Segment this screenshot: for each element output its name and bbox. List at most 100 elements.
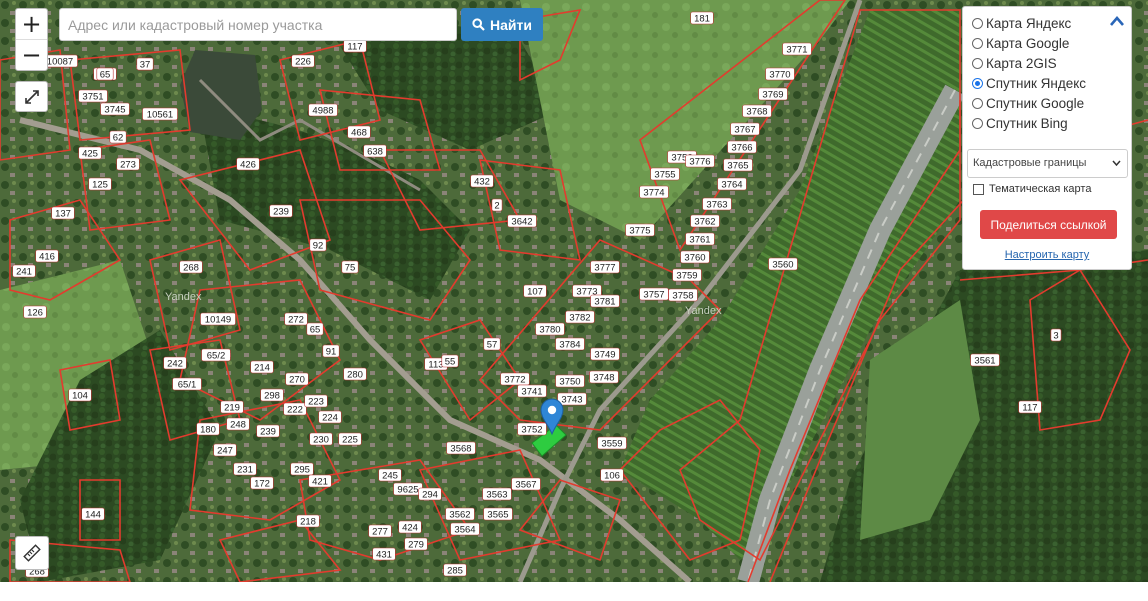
parcel-number: 4988 — [312, 106, 333, 117]
parcel-label: 268 — [179, 260, 203, 274]
parcel-label: 37 — [136, 57, 154, 71]
parcel-label: 241 — [12, 264, 36, 278]
fullscreen-button[interactable] — [15, 81, 48, 112]
parcel-label: 3762 — [690, 214, 720, 228]
parcel-number: 242 — [167, 359, 183, 370]
parcel-number: 3749 — [594, 350, 615, 361]
parcel-label: 638 — [363, 144, 387, 158]
parcel-label: 245 — [378, 468, 402, 482]
parcel-label: 3766 — [727, 140, 757, 154]
parcel-label: 3768 — [742, 104, 772, 118]
parcel-number: 106 — [604, 471, 620, 482]
map-watermark: Yandex — [165, 291, 202, 303]
parcel-number: 104 — [72, 391, 88, 402]
parcel-number: 117 — [1022, 403, 1037, 414]
parcel-label: 106 — [600, 468, 624, 482]
parcel-number: 468 — [351, 128, 367, 139]
parcel-label: 239 — [256, 424, 280, 438]
parcel-label: 75 — [341, 260, 359, 274]
parcel-number: 172 — [254, 479, 270, 490]
parcel-number: 3 — [1053, 331, 1058, 342]
parcel-number: 57 — [487, 340, 498, 351]
parcel-number: 3759 — [676, 271, 697, 282]
parcel-number: 426 — [240, 160, 256, 171]
layer-radio[interactable] — [972, 17, 983, 29]
layer-option[interactable]: Спутник Bing — [972, 113, 1068, 133]
parcel-number: 3561 — [974, 356, 995, 367]
search-button[interactable]: Найти — [461, 8, 543, 41]
layer-radio[interactable] — [972, 57, 983, 69]
configure-map-link[interactable]: Настроить карту — [963, 249, 1131, 261]
parcel-number: 3764 — [721, 180, 742, 191]
thematic-map-checkbox[interactable] — [973, 183, 984, 195]
share-link-button[interactable]: Поделиться ссылкой — [980, 210, 1117, 239]
parcel-label: 225 — [338, 432, 362, 446]
parcel-label: 3775 — [625, 223, 655, 237]
parcel-label: 294 — [418, 487, 442, 501]
parcel-number: 272 — [288, 315, 304, 326]
parcel-label: 2 — [491, 198, 503, 212]
parcel-number: 273 — [120, 160, 136, 171]
parcel-label: 3743 — [557, 392, 587, 406]
layer-option[interactable]: Карта 2GIS — [972, 53, 1057, 73]
parcel-label: 416 — [35, 249, 59, 263]
search-input[interactable] — [59, 8, 457, 41]
layer-option[interactable]: Карта Яндекс — [972, 13, 1071, 33]
parcel-label: 468 — [347, 125, 371, 139]
parcel-number: 3757 — [643, 290, 664, 301]
parcel-number: 416 — [39, 252, 55, 263]
parcel-label: 3750 — [555, 374, 585, 388]
parcel-label: 3752 — [517, 422, 547, 436]
parcel-number: 107 — [527, 287, 543, 298]
parcel-label: 3780 — [535, 322, 565, 336]
parcel-label: 279 — [404, 537, 428, 551]
layer-option-label: Спутник Яндекс — [986, 75, 1087, 91]
parcel-label: 57 — [483, 337, 501, 351]
parcel-label: 3763 — [702, 197, 732, 211]
zoom-out-button[interactable]: − — [16, 39, 47, 70]
parcel-label: 9625 — [393, 482, 423, 496]
parcel-label: 3560 — [768, 257, 798, 271]
measure-ruler-button[interactable] — [15, 536, 49, 570]
layer-option[interactable]: Спутник Яндекс — [972, 73, 1086, 93]
parcel-number: 3776 — [689, 157, 710, 168]
layer-radio[interactable] — [972, 117, 983, 129]
parcel-label: 273 — [116, 157, 140, 171]
parcel-label: 4988 — [308, 103, 338, 117]
parcel-number: 3567 — [515, 480, 536, 491]
parcel-label: 3767 — [730, 122, 760, 136]
parcel-number: 248 — [230, 420, 246, 431]
layer-radio[interactable] — [972, 97, 983, 109]
parcel-number: 91 — [326, 347, 337, 358]
parcel-label: 91 — [322, 344, 340, 358]
parcel-label: 424 — [398, 520, 422, 534]
overlay-select[interactable]: Кадастровые границы — [967, 149, 1128, 178]
parcel-number: 225 — [342, 435, 358, 446]
layer-radio[interactable] — [972, 37, 983, 49]
parcel-label: 3749 — [590, 347, 620, 361]
parcel-number: 421 — [312, 477, 328, 488]
parcel-label: 104 — [68, 388, 92, 402]
parcel-label: 3764 — [717, 177, 747, 191]
parcel-number: 279 — [408, 540, 424, 551]
chevron-up-icon[interactable] — [1109, 15, 1125, 27]
parcel-number: 3748 — [593, 373, 614, 384]
thematic-map-toggle[interactable]: Тематическая карта — [973, 183, 1091, 195]
parcel-number: 3755 — [654, 170, 675, 181]
layer-radio[interactable] — [972, 77, 983, 89]
parcel-number: 638 — [367, 147, 383, 158]
parcel-label: 270 — [285, 372, 309, 386]
parcel-label: 3776 — [685, 154, 715, 168]
parcel-number: 3766 — [731, 143, 752, 154]
parcel-label: 3774 — [639, 185, 669, 199]
parcel-number: 230 — [313, 435, 329, 446]
layer-option[interactable]: Карта Google — [972, 33, 1069, 53]
parcel-number: 3750 — [559, 377, 580, 388]
parcel-label: 3759 — [672, 268, 702, 282]
parcel-number: 239 — [260, 427, 276, 438]
parcel-label: 137 — [51, 206, 75, 220]
parcel-number: 3777 — [594, 263, 615, 274]
parcel-label: 3784 — [555, 337, 585, 351]
zoom-in-button[interactable]: + — [16, 9, 47, 39]
layer-option[interactable]: Спутник Google — [972, 93, 1084, 113]
